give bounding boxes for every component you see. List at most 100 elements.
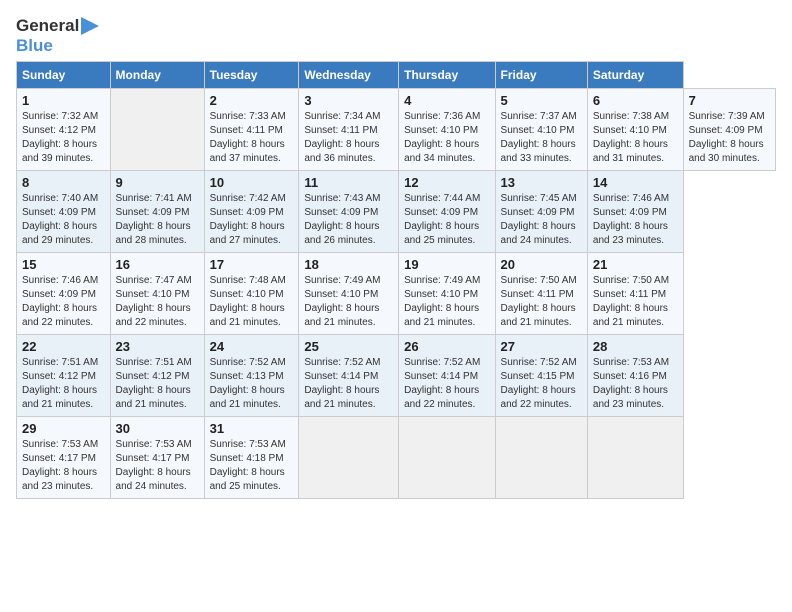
day-info: Sunrise: 7:50 AMSunset: 4:11 PMDaylight:… [501, 274, 582, 330]
weekday-header: Tuesday [204, 62, 299, 89]
day-number: 17 [210, 257, 294, 272]
day-number: 31 [210, 421, 294, 436]
day-number: 19 [404, 257, 489, 272]
calendar-day-cell [495, 417, 587, 499]
day-info: Sunrise: 7:45 AMSunset: 4:09 PMDaylight:… [501, 192, 582, 248]
calendar-day-cell: 6 Sunrise: 7:38 AMSunset: 4:10 PMDaylight… [587, 89, 683, 171]
day-info: Sunrise: 7:49 AMSunset: 4:10 PMDaylight:… [404, 274, 489, 330]
day-info: Sunrise: 7:49 AMSunset: 4:10 PMDaylight:… [304, 274, 393, 330]
logo: General Blue [16, 16, 99, 55]
day-number: 23 [116, 339, 199, 354]
calendar-day-cell: 5Sunrise: 7:37 AMSunset: 4:10 PMDaylight… [495, 89, 587, 171]
day-number: 5 [501, 93, 582, 108]
calendar-day-cell [110, 89, 204, 171]
day-number: 7 [689, 93, 770, 108]
calendar-week-row: 8Sunrise: 7:40 AMSunset: 4:09 PMDaylight… [17, 171, 776, 253]
day-number: 8 [22, 175, 105, 190]
calendar-day-cell: 13 Sunrise: 7:45 AMSunset: 4:09 PMDayligh… [495, 171, 587, 253]
calendar-day-cell: 24 Sunrise: 7:52 AMSunset: 4:13 PMDayligh… [204, 335, 299, 417]
calendar-day-cell: 14Sunrise: 7:46 AMSunset: 4:09 PMDayligh… [587, 171, 683, 253]
calendar-day-cell: 25 Sunrise: 7:52 AMSunset: 4:14 PMDayligh… [299, 335, 399, 417]
weekday-header: Monday [110, 62, 204, 89]
weekday-header: Saturday [587, 62, 683, 89]
calendar-week-row: 15 Sunrise: 7:46 AMSunset: 4:09 PMDayligh… [17, 253, 776, 335]
calendar-day-cell: 15 Sunrise: 7:46 AMSunset: 4:09 PMDayligh… [17, 253, 111, 335]
day-number: 28 [593, 339, 678, 354]
day-number: 27 [501, 339, 582, 354]
day-info: Sunrise: 7:44 AMSunset: 4:09 PMDaylight:… [404, 192, 489, 248]
calendar-day-cell: 30 Sunrise: 7:53 AMSunset: 4:17 PMDayligh… [110, 417, 204, 499]
calendar-day-cell: 23 Sunrise: 7:51 AMSunset: 4:12 PMDayligh… [110, 335, 204, 417]
calendar-week-row: 22 Sunrise: 7:51 AMSunset: 4:12 PMDayligh… [17, 335, 776, 417]
day-number: 30 [116, 421, 199, 436]
day-info: Sunrise: 7:53 AMSunset: 4:16 PMDaylight:… [593, 356, 678, 412]
day-number: 20 [501, 257, 582, 272]
day-info: Sunrise: 7:43 AMSunset: 4:09 PMDaylight:… [304, 192, 393, 248]
weekday-header: Sunday [17, 62, 111, 89]
calendar-day-cell [399, 417, 495, 499]
weekday-header: Thursday [399, 62, 495, 89]
calendar-day-cell: 20 Sunrise: 7:50 AMSunset: 4:11 PMDayligh… [495, 253, 587, 335]
day-number: 1 [22, 93, 105, 108]
day-number: 12 [404, 175, 489, 190]
day-info: Sunrise: 7:32 AMSunset: 4:12 PMDaylight:… [22, 110, 105, 166]
day-info: Sunrise: 7:52 AMSunset: 4:13 PMDaylight:… [210, 356, 294, 412]
calendar-day-cell: 28 Sunrise: 7:53 AMSunset: 4:16 PMDayligh… [587, 335, 683, 417]
calendar-day-cell: 4 Sunrise: 7:36 AMSunset: 4:10 PMDaylight… [399, 89, 495, 171]
calendar-day-cell: 29Sunrise: 7:53 AMSunset: 4:17 PMDayligh… [17, 417, 111, 499]
day-info: Sunrise: 7:36 AMSunset: 4:10 PMDaylight:… [404, 110, 489, 166]
day-number: 4 [404, 93, 489, 108]
day-info: Sunrise: 7:52 AMSunset: 4:14 PMDaylight:… [304, 356, 393, 412]
day-number: 10 [210, 175, 294, 190]
day-info: Sunrise: 7:51 AMSunset: 4:12 PMDaylight:… [22, 356, 105, 412]
day-number: 18 [304, 257, 393, 272]
day-info: Sunrise: 7:50 AMSunset: 4:11 PMDaylight:… [593, 274, 678, 330]
day-info: Sunrise: 7:41 AMSunset: 4:09 PMDaylight:… [116, 192, 199, 248]
calendar-day-cell: 12 Sunrise: 7:44 AMSunset: 4:09 PMDayligh… [399, 171, 495, 253]
calendar-week-row: 29 Sunrise: 7:53 AMSunset: 4:17 PMDayligh… [17, 417, 776, 499]
day-number: 2 [210, 93, 294, 108]
day-info: Sunrise: 7:39 AMSunset: 4:09 PMDaylight:… [689, 110, 770, 166]
calendar-day-cell: 1 Sunrise: 7:32 AMSunset: 4:12 PMDaylight… [17, 89, 111, 171]
day-info: Sunrise: 7:33 AMSunset: 4:11 PMDaylight:… [210, 110, 294, 166]
day-info: Sunrise: 7:46 AMSunset: 4:09 PMDaylight:… [593, 192, 678, 248]
day-info: Sunrise: 7:38 AMSunset: 4:10 PMDaylight:… [593, 110, 678, 166]
day-info: Sunrise: 7:42 AMSunset: 4:09 PMDaylight:… [210, 192, 294, 248]
weekday-header: Wednesday [299, 62, 399, 89]
logo-arrow-icon [81, 17, 99, 35]
day-info: Sunrise: 7:53 AMSunset: 4:17 PMDaylight:… [116, 438, 199, 494]
day-info: Sunrise: 7:47 AMSunset: 4:10 PMDaylight:… [116, 274, 199, 330]
day-info: Sunrise: 7:52 AMSunset: 4:15 PMDaylight:… [501, 356, 582, 412]
calendar-day-cell: 18 Sunrise: 7:49 AMSunset: 4:10 PMDayligh… [299, 253, 399, 335]
day-number: 21 [593, 257, 678, 272]
calendar-day-cell: 8Sunrise: 7:40 AMSunset: 4:09 PMDaylight… [17, 171, 111, 253]
weekday-header: Friday [495, 62, 587, 89]
calendar-table: SundayMondayTuesdayWednesdayThursdayFrid… [16, 61, 776, 499]
day-number: 24 [210, 339, 294, 354]
calendar-day-cell: 22 Sunrise: 7:51 AMSunset: 4:12 PMDayligh… [17, 335, 111, 417]
day-info: Sunrise: 7:46 AMSunset: 4:09 PMDaylight:… [22, 274, 105, 330]
day-number: 3 [304, 93, 393, 108]
day-number: 26 [404, 339, 489, 354]
calendar-day-cell: 3 Sunrise: 7:34 AMSunset: 4:11 PMDaylight… [299, 89, 399, 171]
calendar-day-cell: 19 Sunrise: 7:49 AMSunset: 4:10 PMDayligh… [399, 253, 495, 335]
weekday-header-row: SundayMondayTuesdayWednesdayThursdayFrid… [17, 62, 776, 89]
calendar-day-cell: 27 Sunrise: 7:52 AMSunset: 4:15 PMDayligh… [495, 335, 587, 417]
calendar-day-cell: 26Sunrise: 7:52 AMSunset: 4:14 PMDayligh… [399, 335, 495, 417]
calendar-day-cell: 2 Sunrise: 7:33 AMSunset: 4:11 PMDaylight… [204, 89, 299, 171]
calendar-day-cell: 16Sunrise: 7:47 AMSunset: 4:10 PMDayligh… [110, 253, 204, 335]
day-number: 22 [22, 339, 105, 354]
calendar-day-cell [587, 417, 683, 499]
day-number: 25 [304, 339, 393, 354]
day-number: 13 [501, 175, 582, 190]
day-info: Sunrise: 7:51 AMSunset: 4:12 PMDaylight:… [116, 356, 199, 412]
calendar-day-cell: 21 Sunrise: 7:50 AMSunset: 4:11 PMDayligh… [587, 253, 683, 335]
calendar-day-cell: 17Sunrise: 7:48 AMSunset: 4:10 PMDayligh… [204, 253, 299, 335]
day-number: 6 [593, 93, 678, 108]
calendar-day-cell [299, 417, 399, 499]
calendar-day-cell: 9Sunrise: 7:41 AMSunset: 4:09 PMDaylight… [110, 171, 204, 253]
day-number: 29 [22, 421, 105, 436]
header: General Blue [16, 16, 776, 55]
day-info: Sunrise: 7:34 AMSunset: 4:11 PMDaylight:… [304, 110, 393, 166]
day-number: 15 [22, 257, 105, 272]
